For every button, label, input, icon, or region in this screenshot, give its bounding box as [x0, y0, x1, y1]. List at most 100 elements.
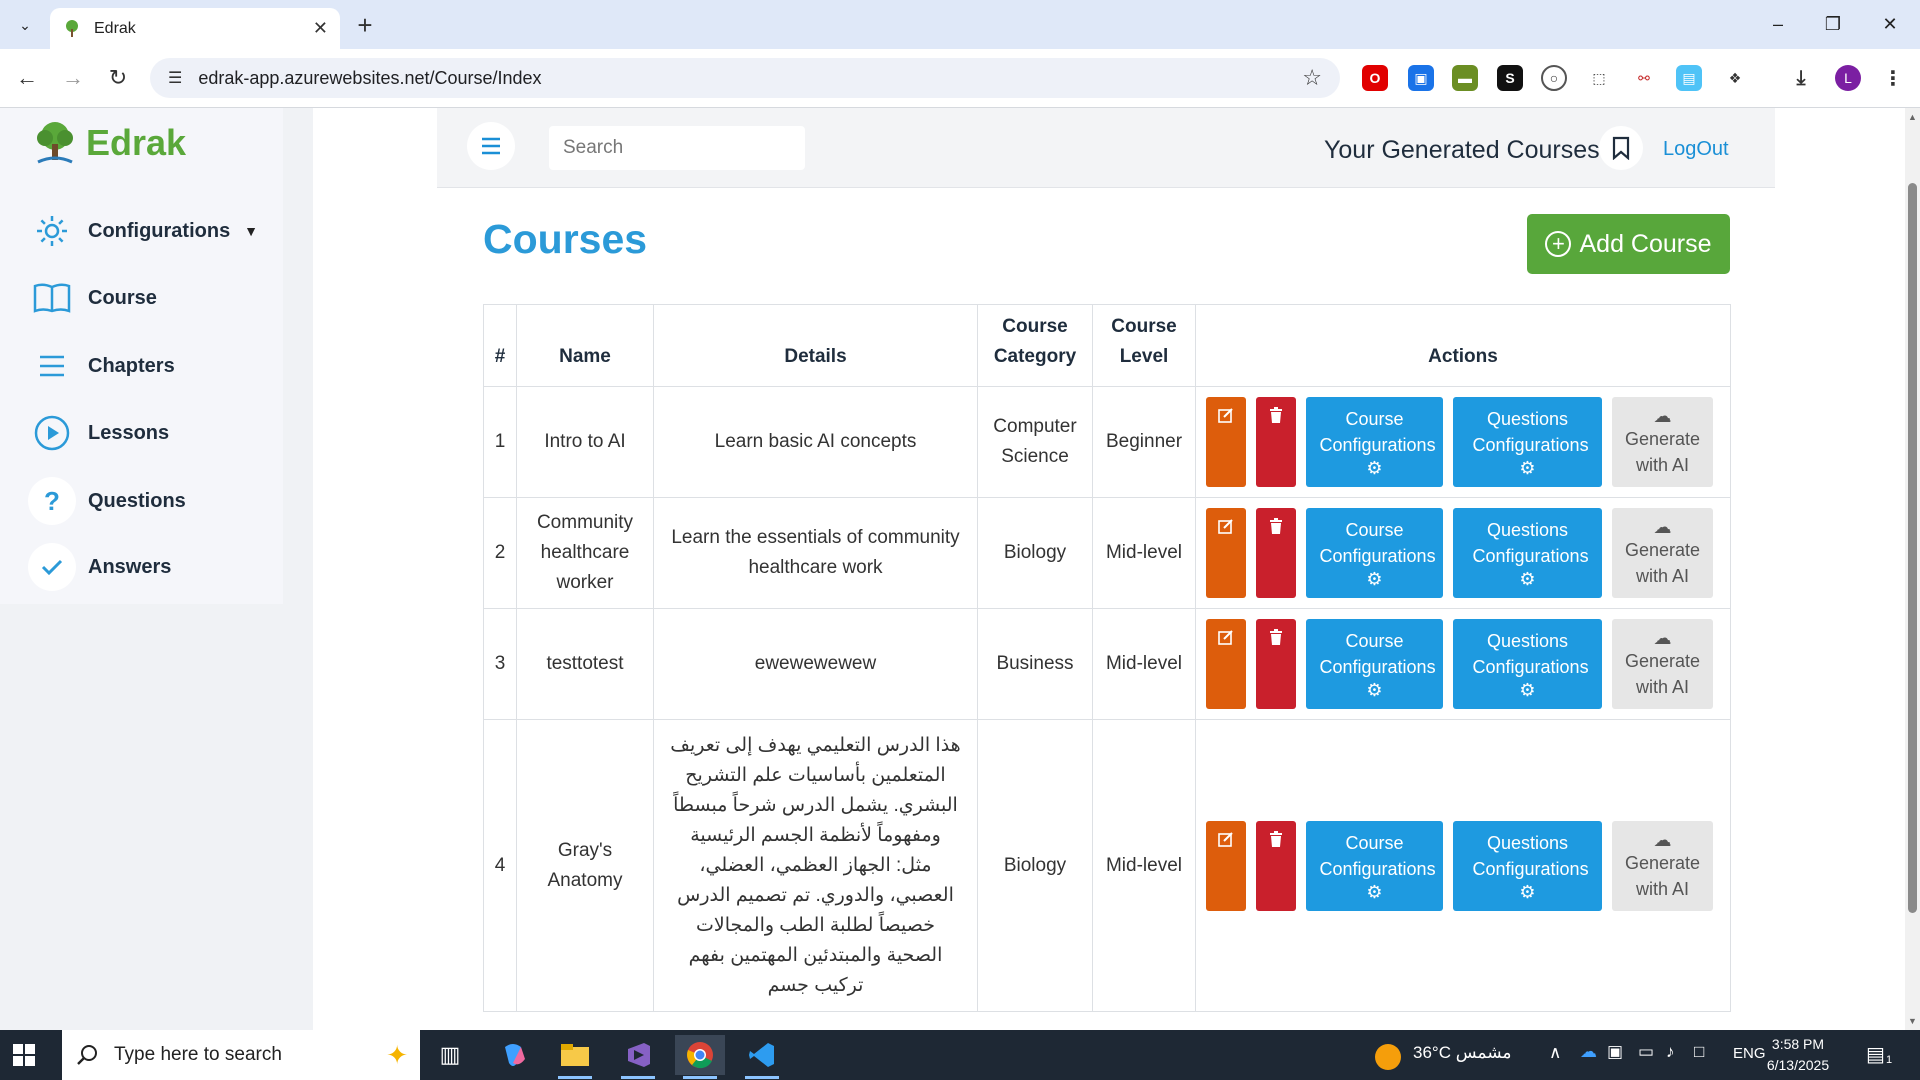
windows-start-icon[interactable]	[12, 1043, 36, 1067]
page-scrollbar[interactable]: ▲ ▼	[1905, 108, 1920, 1030]
sidebar-item-questions[interactable]: ? Questions	[28, 473, 268, 529]
system-clock[interactable]: 3:58 PM 6/13/2025	[1758, 1034, 1838, 1076]
tab-close-icon[interactable]: ✕	[313, 18, 328, 39]
course-configurations-button[interactable]: Course Configurations ⚙	[1306, 820, 1443, 911]
sidebar-item-lessons[interactable]: Lessons	[28, 405, 268, 461]
window-close-icon[interactable]: ✕	[1870, 8, 1910, 40]
file-explorer-icon[interactable]	[550, 1035, 600, 1079]
onedrive-cloud-icon[interactable]: ☁	[1580, 1042, 1597, 1062]
profile-avatar[interactable]: L	[1835, 65, 1861, 91]
question-icon: ?	[28, 477, 76, 525]
vscode-icon[interactable]	[737, 1035, 787, 1079]
edit-button[interactable]	[1206, 397, 1246, 487]
questions-configurations-label: Questions Configurations	[1472, 832, 1589, 879]
minimize-icon[interactable]: –	[1758, 8, 1798, 40]
selection-extension-icon[interactable]: ⬚	[1586, 65, 1612, 91]
cell-category: Computer Science	[977, 386, 1093, 498]
s-extension-icon[interactable]: S	[1497, 65, 1523, 91]
chrome-icon[interactable]	[675, 1035, 725, 1079]
sidebar-item-label: Configurations	[88, 219, 231, 242]
course-configurations-label: Course Configurations	[1319, 520, 1436, 566]
taskbar-search-box[interactable]: Type here to search ✦	[62, 1030, 420, 1080]
cloud-upload-icon: ☁	[1653, 406, 1672, 426]
security-icon[interactable]: ▣	[1607, 1042, 1623, 1062]
opera-extension-icon[interactable]: O	[1362, 65, 1388, 91]
sidebar-item-label: Chapters	[88, 354, 175, 377]
edit-button[interactable]	[1206, 820, 1246, 911]
course-configurations-button[interactable]: Course Configurations ⚙	[1306, 397, 1443, 487]
generate-with-ai-button[interactable]: ☁ Generate with AI	[1612, 820, 1713, 911]
weather-sun-icon[interactable]	[1375, 1044, 1401, 1070]
wallet-extension-icon[interactable]: ▤	[1676, 65, 1702, 91]
browser-tab[interactable]: Edrak ✕	[50, 8, 340, 49]
bookmark-icon[interactable]	[1599, 126, 1643, 170]
forward-arrow-icon[interactable]: →	[58, 63, 88, 93]
sidebar-item-chapters[interactable]: Chapters	[28, 338, 268, 394]
generate-with-ai-button[interactable]: ☁ Generate with AI	[1612, 397, 1713, 487]
screen-capture-extension-icon[interactable]: ▣	[1408, 65, 1434, 91]
bookmark-star-icon[interactable]: ☆	[1302, 65, 1322, 91]
downloads-icon[interactable]: ⤓	[1788, 65, 1814, 91]
new-tab-plus-icon[interactable]: +	[350, 10, 380, 40]
volume-icon[interactable]: ♪	[1666, 1042, 1675, 1062]
sidebar-item-configurations[interactable]: Configurations ▼	[28, 203, 268, 259]
link-extension-icon[interactable]: ⚯	[1631, 65, 1657, 91]
task-view-icon[interactable]: ▥	[425, 1035, 475, 1075]
hamburger-menu-icon[interactable]	[467, 122, 515, 170]
edit-button[interactable]	[1206, 619, 1246, 709]
cell-name: Gray's Anatomy	[516, 719, 654, 1012]
browser-tab-bar: ⌄ Edrak ✕ + – ❐ ✕	[0, 0, 1920, 49]
tab-search-chevron-icon[interactable]: ⌄	[10, 10, 40, 40]
scroll-down-icon[interactable]: ▼	[1905, 1014, 1920, 1028]
cell-number: 4	[483, 719, 517, 1012]
cell-number: 3	[483, 608, 517, 720]
course-configurations-button[interactable]: Course Configurations ⚙	[1306, 508, 1443, 598]
generate-with-ai-button[interactable]: ☁ Generate with AI	[1612, 508, 1713, 598]
delete-button[interactable]	[1256, 508, 1296, 598]
questions-configurations-button[interactable]: Questions Configurations ⚙	[1453, 508, 1602, 598]
weather-text[interactable]: 36°C مشمس	[1413, 1043, 1512, 1063]
cell-name: Intro to AI	[516, 386, 654, 498]
sidebar-item-label: Lessons	[88, 421, 170, 444]
questions-configurations-label: Questions Configurations	[1472, 409, 1589, 455]
course-configurations-button[interactable]: Course Configurations ⚙	[1306, 619, 1443, 709]
circle-extension-icon[interactable]: ○	[1541, 65, 1567, 91]
scrollbar-thumb[interactable]	[1908, 183, 1917, 913]
questions-configurations-button[interactable]: Questions Configurations ⚙	[1453, 820, 1602, 911]
notifications-icon[interactable]: ▤	[1866, 1042, 1885, 1067]
network-icon[interactable]: □	[1694, 1042, 1704, 1062]
tray-chevron-up-icon[interactable]: ∧	[1549, 1043, 1561, 1063]
battery-icon[interactable]: ▭	[1638, 1042, 1654, 1062]
site-info-icon[interactable]: ☰	[168, 68, 182, 88]
sidebar-item-answers[interactable]: Answers	[28, 539, 268, 595]
back-arrow-icon[interactable]: ←	[12, 63, 42, 93]
search-input[interactable]	[549, 126, 805, 170]
image-extension-icon[interactable]: ▬	[1452, 65, 1478, 91]
delete-button[interactable]	[1256, 397, 1296, 487]
reload-icon[interactable]: ↻	[103, 63, 133, 93]
chevron-down-icon[interactable]: ▼	[244, 223, 258, 239]
address-bar[interactable]: ☰ edrak-app.azurewebsites.net/Course/Ind…	[150, 58, 1340, 98]
questions-configurations-button[interactable]: Questions Configurations ⚙	[1453, 397, 1602, 487]
sidebar-item-course[interactable]: Course	[28, 270, 268, 326]
url-text[interactable]: edrak-app.azurewebsites.net/Course/Index	[198, 68, 1302, 89]
delete-button[interactable]	[1256, 619, 1296, 709]
logout-link[interactable]: LogOut	[1663, 138, 1729, 161]
extensions-puzzle-icon[interactable]: ❖	[1722, 65, 1748, 91]
delete-button[interactable]	[1256, 820, 1296, 911]
add-course-button[interactable]: + Add Course	[1527, 214, 1730, 274]
copilot-icon[interactable]	[488, 1035, 538, 1075]
cell-actions: Course Configurations ⚙ Questions Configur…	[1195, 497, 1731, 609]
row-actions: Course Configurations ⚙ Questions Configur…	[1204, 397, 1722, 487]
generated-courses-link[interactable]: Your Generated Courses	[1324, 136, 1600, 165]
generate-with-ai-button[interactable]: ☁ Generate with AI	[1612, 619, 1713, 709]
edit-button[interactable]	[1206, 508, 1246, 598]
scroll-up-icon[interactable]: ▲	[1905, 110, 1920, 124]
browser-menu-icon[interactable]: ⋮	[1880, 65, 1906, 91]
restore-icon[interactable]: ❐	[1813, 8, 1853, 40]
brand-logo[interactable]: Edrak	[30, 118, 186, 168]
edit-icon	[1218, 630, 1233, 645]
visual-studio-icon[interactable]	[613, 1035, 663, 1079]
questions-configurations-button[interactable]: Questions Configurations ⚙	[1453, 619, 1602, 709]
header-level: Course Level	[1092, 304, 1196, 387]
